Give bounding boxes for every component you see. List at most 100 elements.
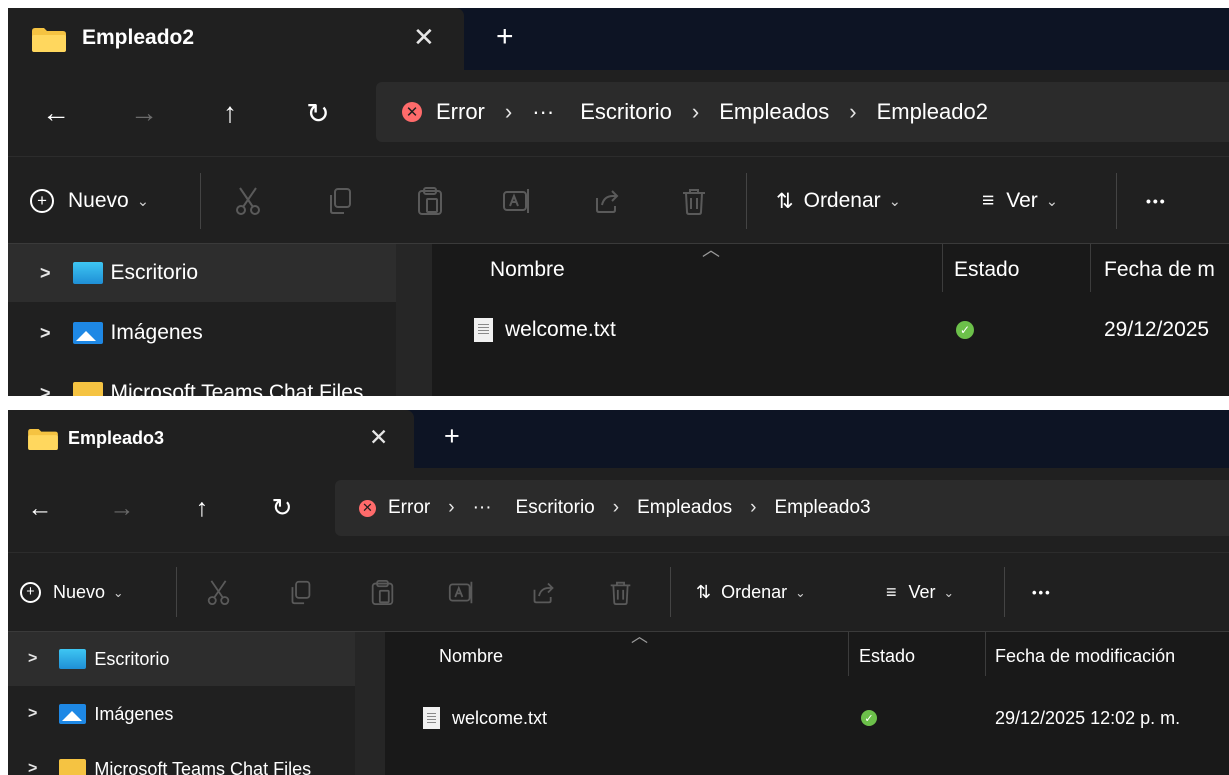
breadcrumb-overflow[interactable]: ··· [473,497,492,519]
breadcrumb-current[interactable]: Empleado2 [877,99,988,125]
sidebar-item-imagenes[interactable]: > Imágenes [8,304,396,362]
back-arrow-icon[interactable]: ← [36,94,76,132]
up-arrow-icon[interactable]: ↑ [210,94,250,132]
plus-circle-icon: + [30,189,54,213]
chevron-right-icon[interactable]: > [28,760,37,775]
column-header-fecha[interactable]: Fecha de m [1104,244,1224,292]
more-options-button[interactable]: ••• [1032,577,1052,607]
chevron-down-icon: ⌄ [1045,193,1059,210]
sort-button[interactable]: ⇅ Ordenar ⌄ [696,577,806,607]
paste-icon [418,187,442,215]
address-bar[interactable]: ✕ Error › ··· › Escritorio › Empleados ›… [376,82,1229,142]
sidebar-item-label: Escritorio [94,648,170,669]
synced-check-icon: ✓ [956,321,974,339]
column-header-estado[interactable]: Estado [859,632,985,680]
chevron-right-icon[interactable]: > [40,383,51,397]
rename-button[interactable] [448,577,475,607]
pane-splitter[interactable] [355,632,385,775]
chevron-right-icon[interactable]: > [28,650,37,668]
share-icon [533,582,554,603]
sidebar-item-teams-chat-files[interactable]: > Microsoft Teams Chat Files [8,742,355,775]
refresh-icon[interactable]: ↻ [264,490,300,526]
new-tab-button[interactable]: + [496,20,514,54]
new-button[interactable]: + Nuevo ⌄ [30,185,149,217]
chevron-right-icon[interactable]: › [448,497,454,519]
paste-button[interactable] [370,577,395,607]
share-button[interactable] [592,185,622,217]
cut-button[interactable] [234,185,262,217]
chevron-right-icon[interactable]: > [40,323,51,344]
close-tab-icon[interactable]: ✕ [369,424,388,451]
chevron-down-icon: ⌄ [795,585,806,600]
chevron-right-icon[interactable]: > [28,705,37,723]
copy-button[interactable] [326,185,354,217]
rename-button[interactable] [502,185,532,217]
share-button[interactable] [530,577,557,607]
new-tab-button[interactable]: + [444,421,460,452]
column-divider[interactable] [848,632,849,676]
pane-splitter[interactable] [396,244,432,396]
breadcrumb-empleados[interactable]: Empleados [637,497,732,519]
paste-button[interactable] [416,185,444,217]
table-row[interactable]: welcome.txt ✓ 29/12/2025 [432,310,1229,350]
chevron-down-icon: ⌄ [943,585,955,600]
address-bar[interactable]: ✕ Error › ··· Escritorio › Empleados › E… [335,480,1229,536]
forward-arrow-icon[interactable]: → [124,94,164,132]
toolbar-divider [176,567,177,617]
more-options-button[interactable]: ••• [1146,185,1167,217]
navigation-pane: > Escritorio > Imágenes > Microsoft Team… [8,632,355,775]
sidebar-item-escritorio[interactable]: > Escritorio [8,244,396,302]
refresh-icon[interactable]: ↻ [298,94,338,132]
column-divider[interactable] [985,632,986,676]
column-divider[interactable] [942,244,943,292]
back-arrow-icon[interactable]: ← [22,490,58,526]
chevron-right-icon[interactable]: › [849,99,856,125]
breadcrumb-error[interactable]: Error [388,497,430,519]
view-lines-icon: ≡ [982,189,995,212]
chevron-right-icon[interactable]: › [692,99,699,125]
trash-icon [610,581,631,605]
explorer-window-empleado2: Empleado2 ✕ + ← → ↑ ↻ ✕ Error › ··· › Es… [8,8,1229,396]
copy-icon [291,580,311,604]
tab-empleado2[interactable]: Empleado2 ✕ [8,8,464,70]
delete-button[interactable] [680,185,708,217]
column-header-nombre[interactable]: Nombre [439,632,849,680]
scissors-icon [207,579,230,605]
chevron-right-icon[interactable]: > [40,263,51,284]
table-row[interactable]: welcome.txt ✓ 29/12/2025 12:02 p. m. [385,700,1229,736]
chevron-right-icon[interactable]: › [505,99,512,125]
sidebar-item-escritorio[interactable]: > Escritorio [8,632,355,686]
cut-button[interactable] [206,577,231,607]
error-icon: ✕ [359,499,376,517]
breadcrumb-escritorio[interactable]: Escritorio [580,99,672,125]
breadcrumb-overflow[interactable]: ··· [532,99,554,125]
sidebar-item-label: Microsoft Teams Chat Files [94,758,312,775]
view-button[interactable]: ≡ Ver ⌄ [886,577,954,607]
file-name-cell: welcome.txt [474,310,616,350]
breadcrumb-escritorio[interactable]: Escritorio [516,497,595,519]
tab-empleado3[interactable]: Empleado3 ✕ [8,410,414,468]
view-button[interactable]: ≡ Ver ⌄ [982,185,1058,217]
breadcrumb-current[interactable]: Empleado3 [774,497,870,519]
column-header-nombre[interactable]: Nombre [490,244,940,292]
breadcrumb-empleados[interactable]: Empleados [719,99,829,125]
sort-button[interactable]: ⇅ Ordenar ⌄ [776,185,901,217]
breadcrumb-error[interactable]: Error [436,99,485,125]
sidebar-item-imagenes[interactable]: > Imágenes [8,687,355,741]
sidebar-item-teams-chat-files[interactable]: > Microsoft Teams Chat Files [8,364,396,396]
column-divider[interactable] [1090,244,1091,292]
close-tab-icon[interactable]: ✕ [413,22,435,53]
forward-arrow-icon[interactable]: → [104,490,140,526]
navigation-bar: ← → ↑ ↻ ✕ Error › ··· Escritorio › Emple… [8,468,1229,552]
chevron-right-icon[interactable]: › [750,497,756,519]
column-header-estado[interactable]: Estado [954,244,1090,292]
copy-button[interactable] [288,577,313,607]
chevron-right-icon[interactable]: › [613,497,619,519]
folder-icon [72,382,103,396]
navigation-pane: > Escritorio > Imágenes > Microsoft Team… [8,244,396,396]
new-button[interactable]: + Nuevo ⌄ [20,577,124,607]
up-arrow-icon[interactable]: ↑ [184,490,220,526]
sort-icon: ⇅ [776,189,794,213]
column-header-fecha[interactable]: Fecha de modificación [995,632,1221,680]
delete-button[interactable] [608,577,633,607]
